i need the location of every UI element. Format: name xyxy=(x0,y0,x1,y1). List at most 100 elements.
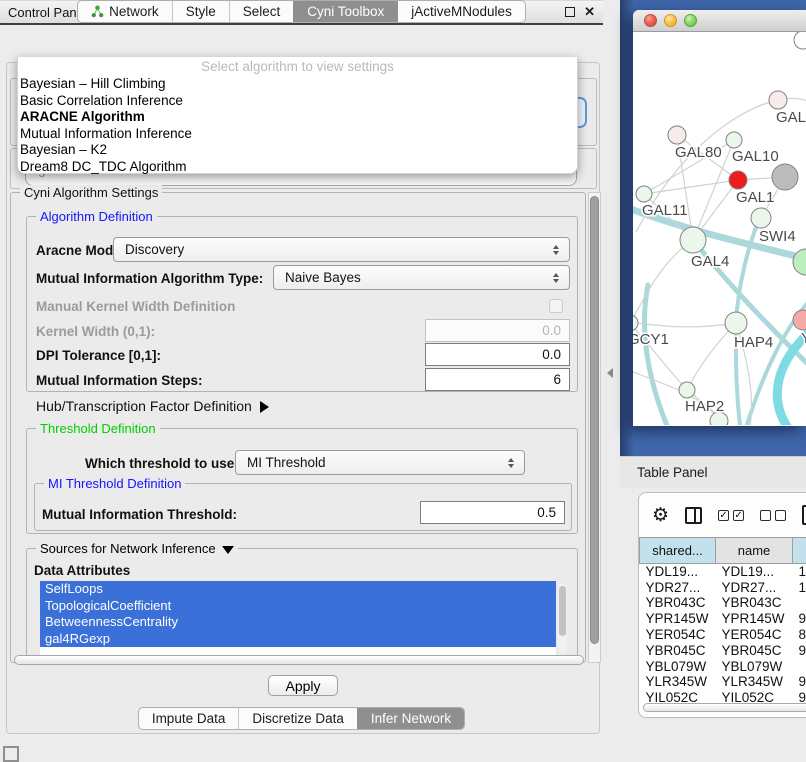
table-cell[interactable]: 9. xyxy=(793,642,806,658)
expand-right-icon[interactable] xyxy=(260,401,269,413)
settings-scrollbar-thumb[interactable] xyxy=(590,196,599,644)
settings-scrollbar[interactable] xyxy=(588,192,601,663)
kernel-width-field[interactable]: 0.0 xyxy=(425,319,570,342)
network-node-y[interactable] xyxy=(793,310,806,330)
table-cell[interactable]: YBR045C xyxy=(716,642,793,658)
settings-horizontal-scrollbar[interactable] xyxy=(14,655,584,665)
table-cell[interactable]: YER054C xyxy=(716,627,793,643)
algorithm-option[interactable]: Dream8 DC_TDC Algorithm xyxy=(18,159,577,176)
table-cell[interactable]: 13 xyxy=(793,564,806,580)
network-node-gal10[interactable] xyxy=(726,132,742,148)
manual-kernel-checkbox[interactable] xyxy=(549,299,563,313)
network-node-gal11[interactable] xyxy=(636,186,652,202)
table-cell[interactable]: YDL19... xyxy=(640,564,716,580)
node-attribute-table[interactable]: shared...nameA YDL19...YDL19...13YDR27..… xyxy=(639,537,806,706)
table-cell[interactable]: YLR345W xyxy=(716,674,793,690)
table-cell[interactable]: YBL079W xyxy=(640,658,716,674)
algorithm-option[interactable]: Basic Correlation Inference xyxy=(18,93,577,110)
tab-jactivemnodules[interactable]: jActiveMNodules xyxy=(397,1,525,22)
zoom-traffic-light-icon[interactable] xyxy=(684,14,697,27)
network-node-swi4[interactable] xyxy=(751,208,771,228)
apply-button[interactable]: Apply xyxy=(268,675,338,696)
panel-divider-collapse-icon[interactable] xyxy=(607,368,613,378)
tab-infer-network[interactable]: Infer Network xyxy=(357,708,464,729)
tab-select[interactable]: Select xyxy=(229,1,294,22)
table-cell[interactable]: YPR145W xyxy=(716,611,793,627)
attribute-item[interactable]: SelfLoops xyxy=(40,581,556,598)
table-row[interactable]: YBR045CYBR045C9. xyxy=(640,642,806,658)
table-cell[interactable]: YBR043C xyxy=(716,595,793,611)
tab-style[interactable]: Style xyxy=(172,1,229,22)
attributes-scrollbar-thumb[interactable] xyxy=(559,586,566,636)
minimize-traffic-light-icon[interactable] xyxy=(664,14,677,27)
deselect-all-checkboxes-icon[interactable] xyxy=(760,510,786,521)
close-traffic-light-icon[interactable] xyxy=(644,14,657,27)
table-cell[interactable]: YLR345W xyxy=(640,674,716,690)
table-row[interactable]: YDR27...YDR27...12 xyxy=(640,579,806,595)
export-table-icon[interactable] xyxy=(802,505,806,525)
collapse-down-icon[interactable] xyxy=(222,546,234,554)
table-cell[interactable] xyxy=(793,595,806,611)
attribute-item[interactable]: TopologicalCoefficient xyxy=(40,598,556,615)
data-attributes-list[interactable]: SelfLoopsTopologicalCoefficientBetweenne… xyxy=(40,581,556,656)
attribute-item[interactable]: BetweennessCentrality xyxy=(40,614,556,631)
table-cell[interactable]: YDR27... xyxy=(716,579,793,595)
tab-impute-data[interactable]: Impute Data xyxy=(139,708,239,729)
attribute-item[interactable]: gal4RGexp xyxy=(40,631,556,648)
algorithm-option[interactable]: Bayesian – K2 xyxy=(18,142,577,159)
table-cell[interactable]: 9. xyxy=(793,611,806,627)
table-row[interactable]: YLR345WYLR345W9. xyxy=(640,674,806,690)
table-cell[interactable]: YDL19... xyxy=(716,564,793,580)
table-cell[interactable]: YER054C xyxy=(640,627,716,643)
tab-discretize-data[interactable]: Discretize Data xyxy=(238,708,357,729)
table-row[interactable]: YER054CYER054C8. xyxy=(640,627,806,643)
network-node-gal80[interactable] xyxy=(668,126,686,144)
table-horizontal-scrollbar[interactable] xyxy=(643,703,806,712)
aracne-mode-combo[interactable]: Discovery xyxy=(113,237,570,262)
table-cell[interactable]: 9. xyxy=(793,674,806,690)
network-node[interactable] xyxy=(772,164,798,190)
mi-type-combo[interactable]: Naive Bayes xyxy=(273,265,570,290)
network-node-hap4[interactable] xyxy=(725,312,747,334)
algorithm-option[interactable]: ARACNE Algorithm xyxy=(18,109,577,126)
column-header[interactable]: A xyxy=(793,538,806,564)
table-cell[interactable]: YDR27... xyxy=(640,579,716,595)
column-header[interactable]: shared... xyxy=(640,538,716,564)
gear-icon[interactable]: ⚙ xyxy=(652,506,669,525)
dpi-tolerance-field[interactable]: 0.0 xyxy=(425,343,570,366)
table-cell[interactable]: YBR043C xyxy=(640,595,716,611)
which-threshold-combo[interactable]: MI Threshold xyxy=(235,450,525,475)
network-node-gal1[interactable] xyxy=(729,171,747,189)
network-node[interactable] xyxy=(794,32,806,49)
table-row[interactable]: YBR043CYBR043C xyxy=(640,595,806,611)
table-cell[interactable]: YPR145W xyxy=(640,611,716,627)
hub-definition-toggle[interactable]: Hub/Transcription Factor Definition xyxy=(36,398,269,414)
mi-threshold-field[interactable]: 0.5 xyxy=(420,501,565,524)
table-cell[interactable]: 8. xyxy=(793,627,806,643)
network-window-titlebar[interactable] xyxy=(633,10,806,32)
network-node-hap2[interactable] xyxy=(679,382,695,398)
mi-steps-field[interactable]: 6 xyxy=(425,368,570,391)
network-view-window[interactable]: GALGAL80GAL10GAL1GAL11SWI4GAL4GCY1HAP4YH… xyxy=(633,10,806,426)
column-header[interactable]: name xyxy=(716,538,793,564)
algorithm-option[interactable]: Bayesian – Hill Climbing xyxy=(18,76,577,93)
table-row[interactable]: YBL079WYBL079W xyxy=(640,658,806,674)
select-all-checkboxes-icon[interactable]: ✓✓ xyxy=(718,510,744,521)
columns-icon[interactable] xyxy=(685,507,702,524)
network-canvas[interactable]: GALGAL80GAL10GAL1GAL11SWI4GAL4GCY1HAP4YH… xyxy=(633,32,806,425)
attributes-scrollbar[interactable] xyxy=(558,583,567,653)
network-node-gal4[interactable] xyxy=(680,227,706,253)
table-cell[interactable]: 12 xyxy=(793,579,806,595)
docked-panel-icon[interactable] xyxy=(3,746,19,762)
table-cell[interactable]: YBR045C xyxy=(640,642,716,658)
table-row[interactable]: YPR145WYPR145W9. xyxy=(640,611,806,627)
table-cell[interactable] xyxy=(793,658,806,674)
sources-group-title[interactable]: Sources for Network Inference xyxy=(36,541,238,556)
table-row[interactable]: YDL19...YDL19...13 xyxy=(640,564,806,580)
network-node-gal[interactable] xyxy=(769,91,787,109)
table-cell[interactable]: YBL079W xyxy=(716,658,793,674)
tab-cyni-toolbox[interactable]: Cyni Toolbox xyxy=(293,1,397,22)
tab-network[interactable]: Network xyxy=(78,1,172,22)
algorithm-option[interactable]: Mutual Information Inference xyxy=(18,126,577,143)
network-node-gcy1[interactable] xyxy=(633,315,638,331)
